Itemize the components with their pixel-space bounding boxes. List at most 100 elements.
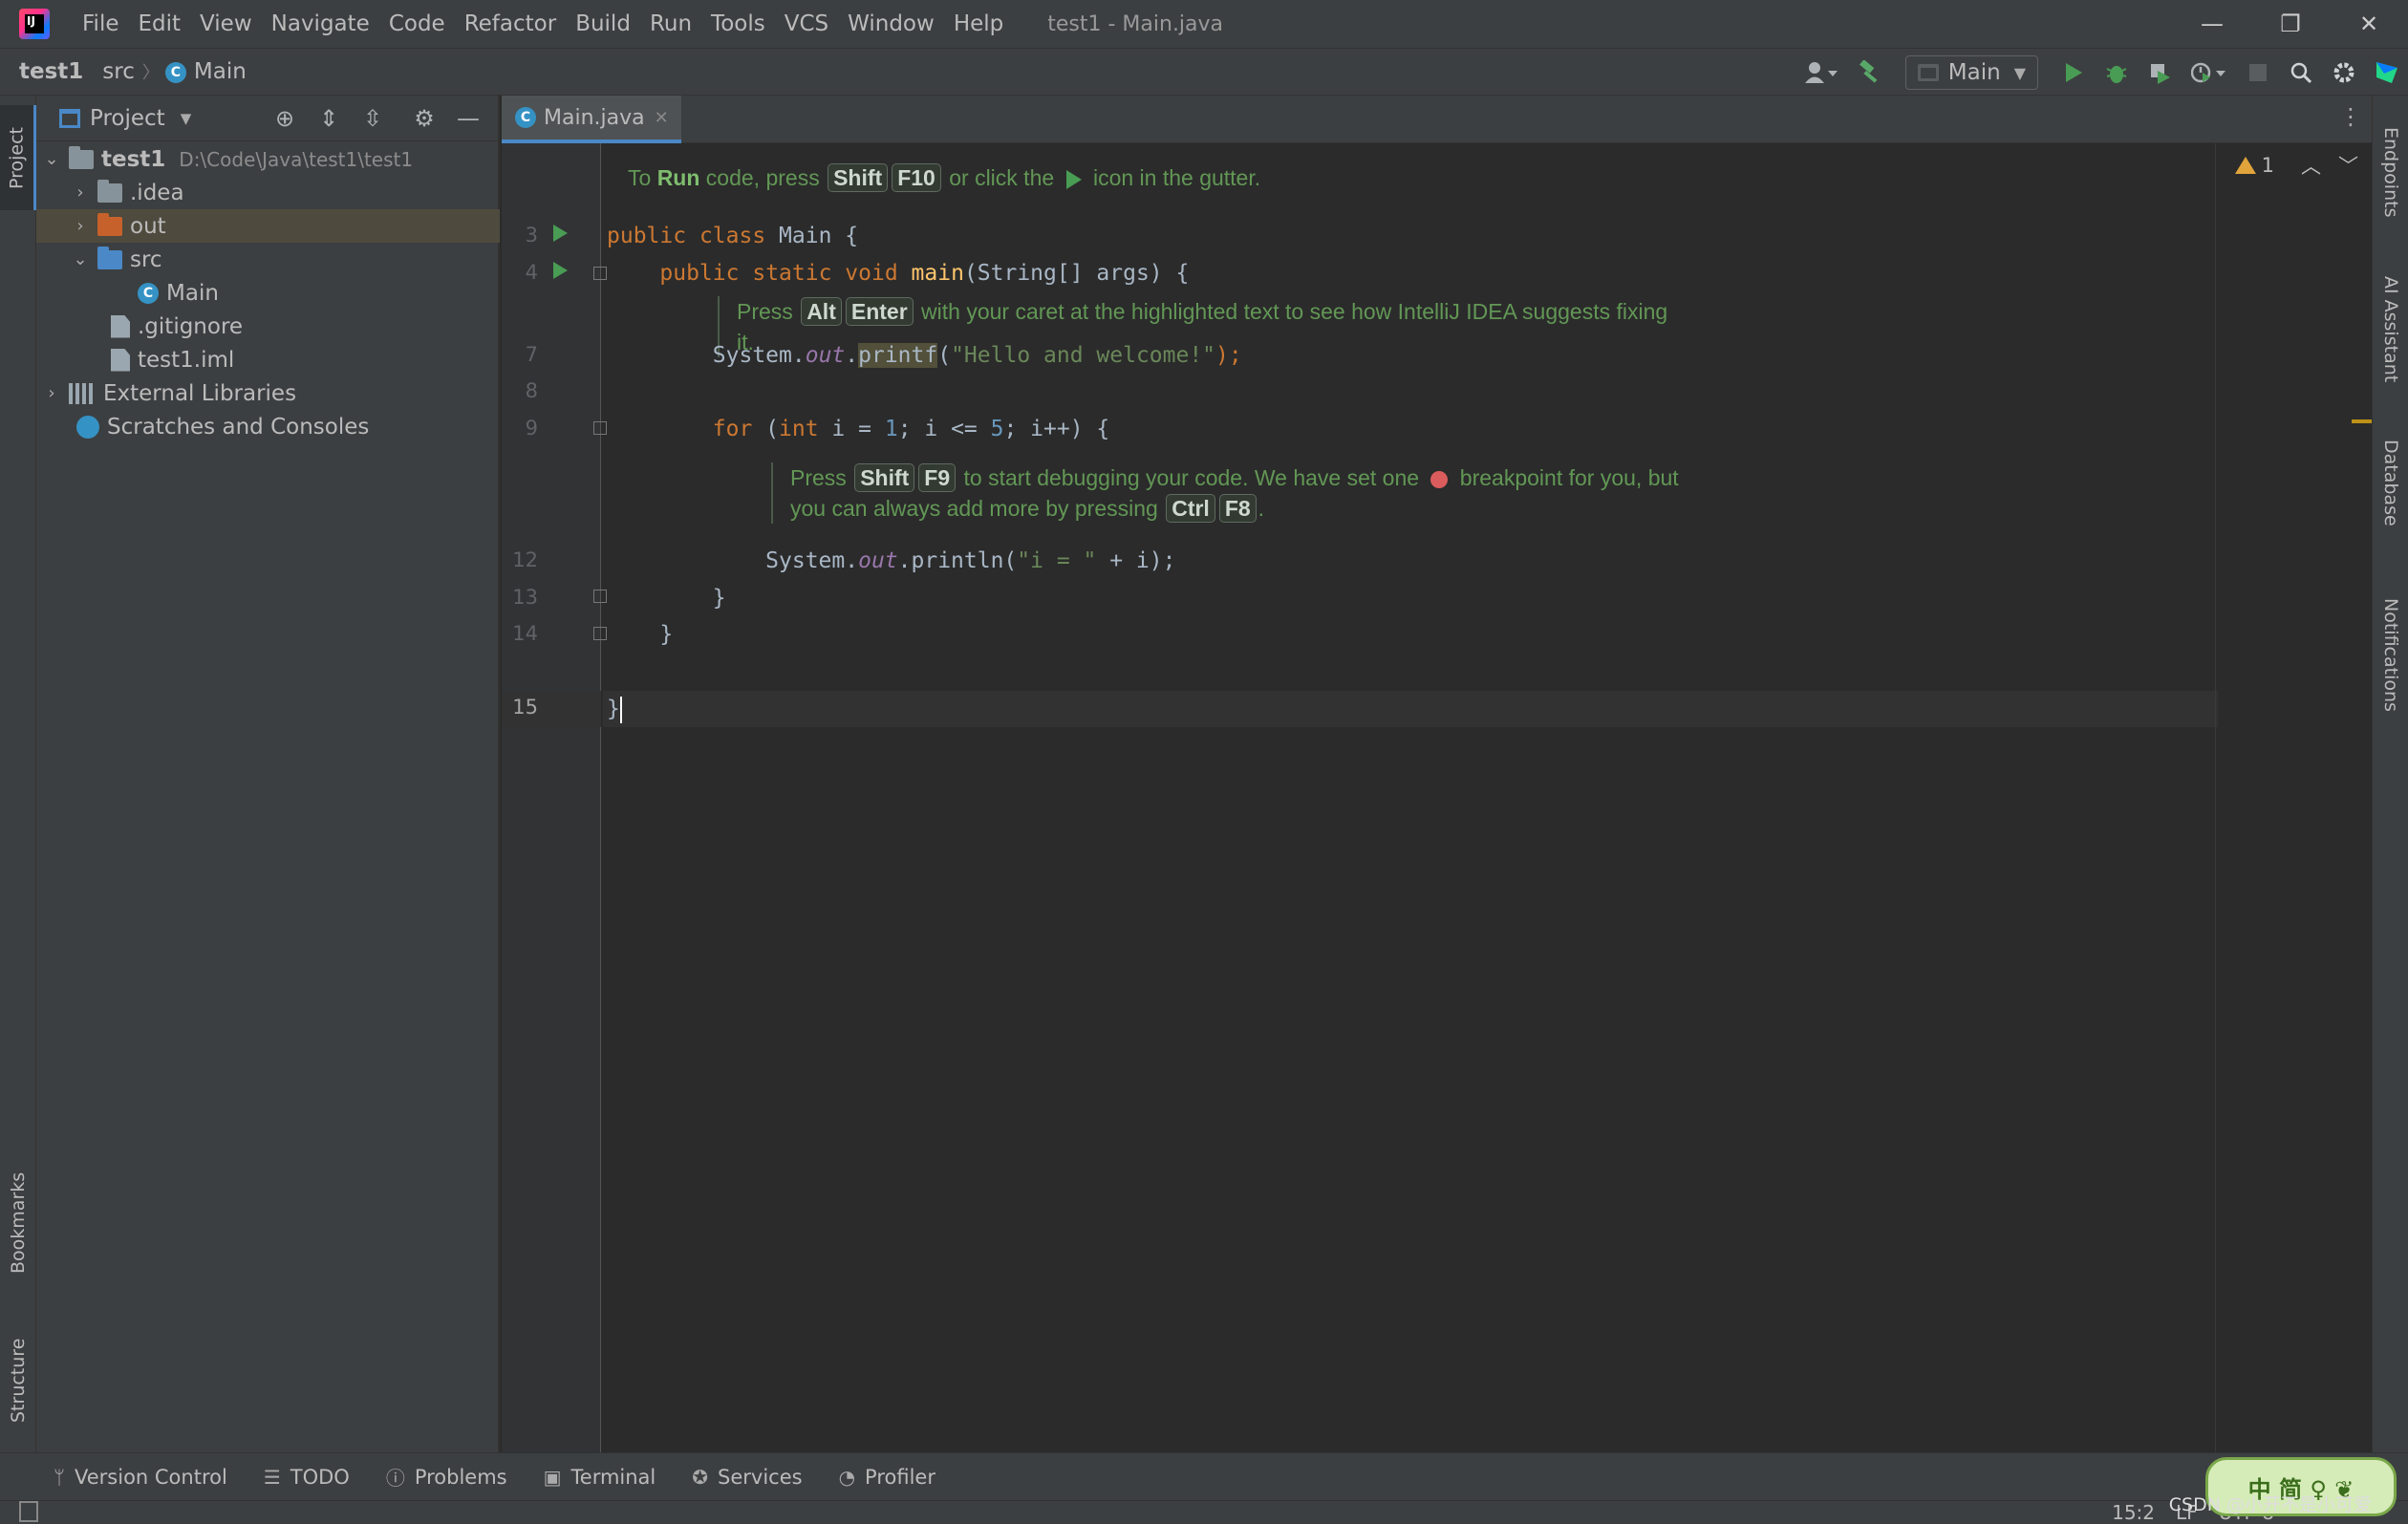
tool-tab-project[interactable]: Project bbox=[0, 105, 36, 210]
menu-edit[interactable]: Edit bbox=[129, 0, 191, 48]
code-line-9: for (int i = 1; i <= 5; i++) { bbox=[712, 417, 1110, 441]
menu-navigate[interactable]: Navigate bbox=[262, 0, 379, 48]
branch-icon: ᛘ bbox=[54, 1465, 65, 1489]
tool-problems[interactable]: ⓘ Problems bbox=[386, 1463, 507, 1491]
hide-panel-icon[interactable]: — bbox=[446, 105, 490, 132]
right-margin-guide bbox=[2215, 143, 2216, 1452]
tool-tab-ai-assistant[interactable]: AI Assistant bbox=[2373, 258, 2408, 401]
tree-node-src[interactable]: ⌄ src bbox=[36, 243, 500, 276]
tree-node-scratches[interactable]: Scratches and Consoles bbox=[36, 410, 500, 443]
run-gutter-icon[interactable] bbox=[553, 225, 568, 242]
breadcrumb-src[interactable]: src bbox=[83, 59, 135, 84]
tree-label-test1: test1 bbox=[101, 146, 166, 172]
locate-file-icon[interactable]: ⊕ bbox=[263, 105, 307, 132]
toggle-tool-windows-icon[interactable] bbox=[19, 1501, 38, 1522]
next-highlight-icon[interactable]: ﹀ bbox=[2338, 151, 2358, 180]
menu-help[interactable]: Help bbox=[944, 0, 1013, 48]
build-hammer-icon[interactable] bbox=[1849, 49, 1892, 97]
coverage-icon[interactable] bbox=[2138, 49, 2181, 97]
close-button[interactable]: ✕ bbox=[2330, 0, 2408, 48]
minimize-button[interactable]: — bbox=[2173, 0, 2251, 48]
tree-node-idea[interactable]: › .idea bbox=[36, 176, 500, 209]
tool-tab-database[interactable]: Database bbox=[2373, 425, 2408, 540]
more-options-icon[interactable]: ⋮ bbox=[2339, 103, 2362, 130]
profiler-icon[interactable] bbox=[2181, 49, 2236, 97]
tool-tab-notifications[interactable]: Notifications bbox=[2373, 578, 2408, 731]
collapse-all-icon[interactable]: ⇳ bbox=[351, 105, 395, 132]
chevron-right-icon[interactable]: › bbox=[42, 383, 61, 403]
settings-gear-icon[interactable] bbox=[2322, 49, 2365, 97]
editor-tab-main-java[interactable]: C Main.java ✕ bbox=[502, 96, 681, 143]
code-line-3: public class Main { bbox=[607, 224, 859, 248]
chevron-right-icon[interactable]: › bbox=[71, 216, 90, 236]
key-f10: F10 bbox=[892, 163, 941, 192]
breadcrumb-project[interactable]: test1 bbox=[0, 59, 83, 84]
inspection-widget[interactable]: 1 ︿ ﹀ bbox=[2234, 151, 2358, 180]
tree-node-gitignore[interactable]: .gitignore bbox=[36, 310, 500, 343]
chevron-down-icon[interactable]: ⌄ bbox=[42, 149, 61, 169]
code-line-13: } bbox=[712, 586, 726, 611]
chevron-down-icon: ▼ bbox=[2013, 63, 2026, 82]
account-icon[interactable] bbox=[1794, 49, 1849, 97]
tab-close-icon[interactable]: ✕ bbox=[655, 108, 669, 128]
run-icon[interactable] bbox=[2052, 49, 2095, 97]
project-view-icon bbox=[59, 108, 80, 128]
tree-node-iml[interactable]: test1.iml bbox=[36, 343, 500, 376]
caret-position[interactable]: 15:2 bbox=[2112, 1501, 2155, 1524]
options-gear-icon[interactable]: ⚙ bbox=[402, 105, 446, 132]
debug-icon[interactable] bbox=[2095, 49, 2138, 97]
intellij-logo-icon: IJ bbox=[19, 9, 50, 39]
highlighted-printf: printf bbox=[858, 343, 938, 368]
restore-button[interactable]: ❐ bbox=[2251, 0, 2330, 48]
expand-all-icon[interactable]: ⇕ bbox=[307, 105, 351, 132]
scrollbar-warning-marker[interactable] bbox=[2352, 419, 2373, 423]
tree-node-main[interactable]: C Main bbox=[36, 276, 500, 310]
tree-label-external-libraries: External Libraries bbox=[103, 380, 297, 406]
stop-icon[interactable] bbox=[2236, 49, 2279, 97]
tree-label-iml: test1.iml bbox=[138, 347, 235, 373]
tree-label-gitignore: .gitignore bbox=[138, 313, 244, 339]
tree-node-project-root[interactable]: ⌄ test1 D:\Code\Java\test1\test1 bbox=[36, 142, 500, 176]
tree-node-external-libraries[interactable]: › External Libraries bbox=[36, 376, 500, 410]
code-line-15: } bbox=[607, 696, 622, 723]
gitignore-file-icon bbox=[111, 314, 130, 338]
code-editor[interactable]: To Run code, press Shift F10 or click the… bbox=[603, 143, 2218, 1452]
jetbrains-ai-icon[interactable] bbox=[2365, 49, 2408, 97]
line-number: 12 bbox=[512, 548, 538, 571]
run-gutter-icon[interactable] bbox=[553, 262, 568, 279]
tree-node-out[interactable]: › out bbox=[36, 209, 500, 243]
tool-todo[interactable]: ☰ TODO bbox=[264, 1466, 350, 1489]
tool-tab-bookmarks[interactable]: Bookmarks bbox=[0, 1161, 36, 1285]
terminal-icon: ▣ bbox=[543, 1465, 562, 1489]
line-number: 9 bbox=[525, 417, 538, 440]
tool-profiler[interactable]: ◔ Profiler bbox=[839, 1466, 935, 1489]
search-everywhere-icon[interactable] bbox=[2279, 49, 2322, 97]
editor-gutter: 3 4 7 8 9 12 13 14 15 bbox=[502, 143, 607, 1452]
menu-run[interactable]: Run bbox=[640, 0, 701, 48]
tool-version-control[interactable]: ᛘ Version Control bbox=[54, 1466, 227, 1489]
tool-terminal[interactable]: ▣ Terminal bbox=[544, 1466, 656, 1489]
menu-refactor[interactable]: Refactor bbox=[455, 0, 566, 48]
project-view-title[interactable]: Project bbox=[90, 106, 165, 131]
chevron-down-icon[interactable]: ▼ bbox=[181, 110, 192, 127]
line-number: 4 bbox=[525, 261, 538, 284]
run-configuration-select[interactable]: Main ▼ bbox=[1904, 55, 2038, 90]
tool-tab-structure[interactable]: Structure bbox=[0, 1323, 36, 1438]
menu-file[interactable]: File bbox=[73, 0, 129, 48]
menu-vcs[interactable]: VCS bbox=[775, 0, 838, 48]
menu-window[interactable]: Window bbox=[838, 0, 944, 48]
menu-build[interactable]: Build bbox=[566, 0, 640, 48]
chevron-right-icon[interactable]: › bbox=[71, 182, 90, 203]
previous-highlight-icon[interactable]: ︿ bbox=[2301, 151, 2321, 180]
menu-tools[interactable]: Tools bbox=[701, 0, 775, 48]
menu-code[interactable]: Code bbox=[379, 0, 455, 48]
menu-view[interactable]: View bbox=[190, 0, 262, 48]
editor-tab-label: Main.java bbox=[544, 105, 645, 130]
tree-label-out: out bbox=[130, 213, 166, 239]
tool-tab-endpoints[interactable]: Endpoints bbox=[2373, 105, 2408, 239]
breadcrumb-main[interactable]: C Main bbox=[160, 59, 247, 84]
inlay-tip-debug: Press Shift F9 to start debugging your co… bbox=[771, 462, 1679, 524]
key-f8: F8 bbox=[1218, 494, 1257, 523]
chevron-down-icon[interactable]: ⌄ bbox=[71, 249, 90, 269]
tool-services[interactable]: ✪ Services bbox=[692, 1466, 802, 1489]
